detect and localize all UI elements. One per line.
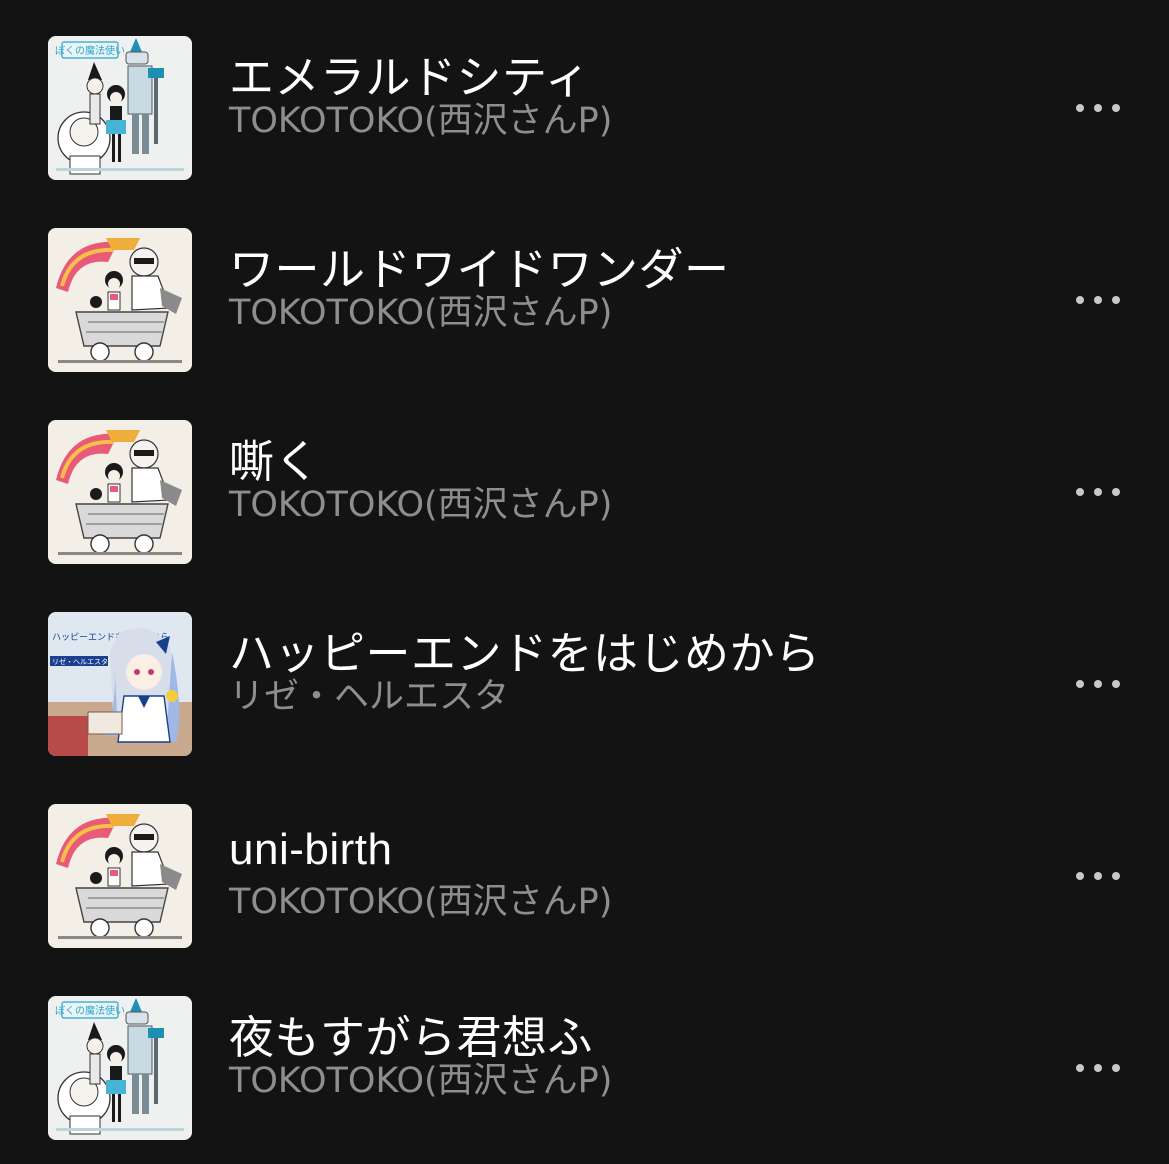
track-text: 夜もすがら君想ふ TOKOTOKO(西沢さんP) [229,1010,1029,1101]
more-horizontal-icon [1112,488,1120,496]
cover-text: ぼくの魔法使い [55,1004,125,1017]
more-horizontal-icon [1112,872,1120,880]
more-options-button[interactable] [1062,854,1134,898]
more-options-button[interactable] [1062,470,1134,514]
album-cover-minecart [48,804,192,948]
track-text: ワールドワイドワンダー TOKOTOKO(西沢さんP) [229,242,1029,333]
track-row[interactable]: ワールドワイドワンダー TOKOTOKO(西沢さんP) [0,192,1169,384]
more-options-button[interactable] [1062,662,1134,706]
more-horizontal-icon [1094,296,1102,304]
more-horizontal-icon [1094,872,1102,880]
more-options-button[interactable] [1062,86,1134,130]
more-horizontal-icon [1076,680,1084,688]
album-cover-lize: ハッピーエンドをはじめから リゼ・ヘルエスタ [48,612,192,756]
track-title: エメラルドシティ [229,51,591,104]
track-title: uni-birth [229,825,393,874]
track-artist: TOKOTOKO(西沢さんP) [229,101,613,141]
album-cover-minecart [48,420,192,564]
more-horizontal-icon [1112,1064,1120,1072]
album-cover-minecart [48,228,192,372]
track-list: ぼくの魔法使い エメラルドシティ TOKOTOKO(西沢さんP) ワールドワイド… [0,0,1169,1164]
track-row[interactable]: uni-birth TOKOTOKO(西沢さんP) [0,768,1169,960]
more-horizontal-icon [1076,104,1084,112]
track-title: ハッピーエンドをはじめから [229,627,821,680]
track-row[interactable]: ぼくの魔法使い [0,960,1169,1152]
track-artist: TOKOTOKO(西沢さんP) [229,485,613,525]
track-text: ハッピーエンドをはじめから リゼ・ヘルエスタ [229,626,1029,717]
track-artist: TOKOTOKO(西沢さんP) [229,882,613,922]
track-text: uni-birth TOKOTOKO(西沢さんP) [229,818,1029,922]
track-artist: TOKOTOKO(西沢さんP) [229,1061,613,1101]
more-horizontal-icon [1112,680,1120,688]
track-text: 嘶く TOKOTOKO(西沢さんP) [229,434,1029,525]
track-row[interactable]: 嘶く TOKOTOKO(西沢さんP) [0,384,1169,576]
more-horizontal-icon [1094,1064,1102,1072]
track-row[interactable]: ぼくの魔法使い [0,0,1169,192]
more-horizontal-icon [1112,104,1120,112]
more-horizontal-icon [1094,488,1102,496]
cover-subtext: リゼ・ヘルエスタ [52,657,108,666]
album-cover-wizard: ぼくの魔法使い [48,996,192,1140]
more-horizontal-icon [1076,296,1084,304]
track-artist: TOKOTOKO(西沢さんP) [229,293,613,333]
more-horizontal-icon [1094,680,1102,688]
track-title: 夜もすがら君想ふ [229,1011,594,1064]
album-cover-wizard: ぼくの魔法使い [48,36,192,180]
more-horizontal-icon [1076,488,1084,496]
track-artist: リゼ・ヘルエスタ [229,677,510,717]
track-row[interactable]: ハッピーエンドをはじめから リゼ・ヘルエスタ ハッピーエンドをはじめから リゼ・… [0,576,1169,768]
cover-text: ぼくの魔法使い [55,44,125,57]
more-horizontal-icon [1112,296,1120,304]
more-horizontal-icon [1076,1064,1084,1072]
track-title: ワールドワイドワンダー [229,243,730,296]
more-horizontal-icon [1094,104,1102,112]
more-options-button[interactable] [1062,1046,1134,1090]
more-horizontal-icon [1076,872,1084,880]
more-options-button[interactable] [1062,278,1134,322]
track-text: エメラルドシティ TOKOTOKO(西沢さんP) [229,50,1029,141]
track-title: 嘶く [229,435,321,488]
